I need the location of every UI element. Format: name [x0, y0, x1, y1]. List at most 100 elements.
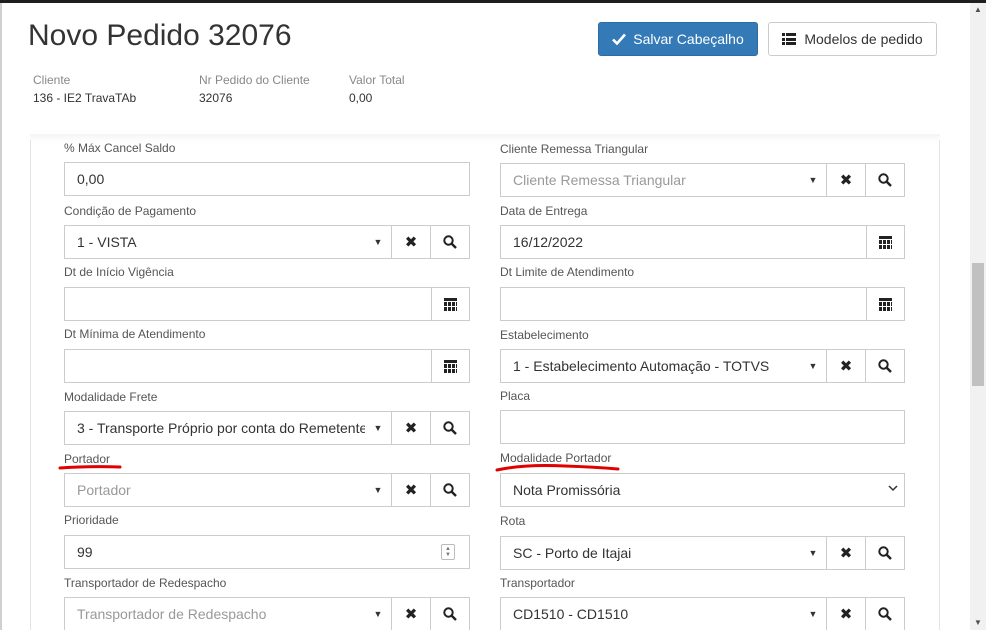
caret-down-icon[interactable]: ▼: [365, 226, 391, 258]
times-icon: ✖: [404, 234, 418, 251]
search-payment-condition-button[interactable]: [430, 226, 469, 258]
times-icon: ✖: [839, 606, 853, 623]
freight-mode-lookup: 3 - Transporte Próprio por conta do Reme…: [64, 411, 470, 445]
establishment-label: Estabelecimento: [500, 328, 589, 342]
clear-carrier-button[interactable]: ✖: [391, 474, 430, 506]
page-title: Novo Pedido 32076: [28, 19, 292, 52]
total-label: Valor Total: [349, 73, 405, 87]
list-icon: [782, 33, 797, 45]
payment-condition-label: Condição de Pagamento: [64, 204, 197, 218]
caret-down-icon[interactable]: ▼: [800, 350, 826, 382]
caret-down-icon[interactable]: ▼: [800, 537, 826, 569]
triangular-client-input[interactable]: Cliente Remessa Triangular: [501, 164, 800, 196]
order-number-value: 32076: [199, 91, 233, 105]
search-carrier-button[interactable]: [430, 474, 469, 506]
plate-input[interactable]: [500, 410, 905, 444]
triangular-client-label: Cliente Remessa Triangular: [500, 142, 649, 156]
search-icon: [443, 235, 457, 249]
priority-spinner[interactable]: ▲ ▼: [441, 544, 455, 560]
priority-label: Prioridade: [64, 513, 119, 527]
caret-down-icon[interactable]: ▼: [800, 598, 826, 630]
order-number-label: Nr Pedido do Cliente: [199, 73, 310, 87]
search-freight-mode-button[interactable]: [430, 412, 469, 444]
clear-triangular-client-button[interactable]: ✖: [826, 164, 865, 196]
carrier-lookup: Portador ▼ ✖: [64, 473, 470, 507]
delivery-date-label: Data de Entrega: [500, 204, 588, 218]
priority-input[interactable]: 99 ▲ ▼: [64, 535, 470, 569]
caret-down-icon[interactable]: ▼: [365, 474, 391, 506]
delivery-date-calendar-button[interactable]: [866, 226, 904, 258]
service-limit-date-calendar-button[interactable]: [866, 288, 904, 320]
vertical-scrollbar[interactable]: ▲ ▼: [970, 3, 986, 630]
triangular-client-lookup: Cliente Remessa Triangular ▼ ✖: [500, 163, 905, 197]
order-page: Novo Pedido 32076 Salvar Cabeçalho Model…: [0, 3, 970, 630]
validity-start-calendar-button[interactable]: [431, 288, 469, 320]
transporter-input[interactable]: CD1510 - CD1510: [501, 598, 800, 630]
caret-down-icon[interactable]: ▼: [365, 598, 391, 630]
search-icon: [443, 607, 457, 621]
service-limit-date-label: Dt Limite de Atendimento: [500, 265, 635, 279]
annotation-underline-carrier: [58, 465, 122, 470]
times-icon: ✖: [839, 172, 853, 189]
scroll-up-arrow-icon[interactable]: ▲: [970, 3, 986, 17]
clear-route-button[interactable]: ✖: [826, 537, 865, 569]
calendar-icon: [444, 297, 457, 311]
route-label: Rota: [500, 514, 526, 528]
redispatch-carrier-input[interactable]: Transportador de Redespacho: [65, 598, 365, 630]
clear-redispatch-carrier-button[interactable]: ✖: [391, 598, 430, 630]
clear-establishment-button[interactable]: ✖: [826, 350, 865, 382]
client-info: Cliente 136 - IE2 TravaTAb: [33, 73, 136, 105]
redispatch-carrier-lookup: Transportador de Redespacho ▼ ✖: [64, 597, 470, 630]
transporter-label: Transportador: [500, 576, 575, 590]
clear-freight-mode-button[interactable]: ✖: [391, 412, 430, 444]
delivery-date-datepicker: 16/12/2022: [500, 225, 905, 259]
search-redispatch-carrier-button[interactable]: [430, 598, 469, 630]
freight-mode-input[interactable]: 3 - Transporte Próprio por conta do Reme…: [65, 412, 365, 444]
establishment-lookup: 1 - Estabelecimento Automação - TOTVS ▼ …: [500, 349, 905, 383]
check-icon: [612, 33, 627, 45]
search-icon: [878, 607, 892, 621]
service-limit-date-input[interactable]: [501, 288, 866, 320]
annotation-underline-carrier-mode: [495, 464, 620, 472]
search-triangular-client-button[interactable]: [865, 164, 904, 196]
order-models-button[interactable]: Modelos de pedido: [768, 22, 937, 56]
priority-value: 99: [77, 544, 93, 560]
save-header-button[interactable]: Salvar Cabeçalho: [598, 22, 758, 56]
client-value: 136 - IE2 TravaTAb: [33, 91, 137, 105]
search-route-button[interactable]: [865, 537, 904, 569]
max-cancel-input[interactable]: 0,00: [64, 162, 470, 196]
caret-down-icon[interactable]: ▼: [800, 164, 826, 196]
search-transporter-button[interactable]: [865, 598, 904, 630]
route-input[interactable]: SC - Porto de Itajai: [501, 537, 800, 569]
payment-condition-input[interactable]: 1 - VISTA: [65, 226, 365, 258]
min-service-date-calendar-button[interactable]: [431, 350, 469, 382]
scroll-down-arrow-icon[interactable]: ▼: [970, 616, 986, 630]
window-left-edge: [0, 3, 2, 630]
search-icon: [443, 421, 457, 435]
establishment-input[interactable]: 1 - Estabelecimento Automação - TOTVS: [501, 350, 800, 382]
carrier-input[interactable]: Portador: [65, 474, 365, 506]
search-establishment-button[interactable]: [865, 350, 904, 382]
client-label: Cliente: [33, 73, 71, 87]
scroll-thumb[interactable]: [972, 263, 984, 386]
clear-transporter-button[interactable]: ✖: [826, 598, 865, 630]
transporter-lookup: CD1510 - CD1510 ▼ ✖: [500, 597, 905, 630]
min-service-date-input[interactable]: [65, 350, 431, 382]
search-icon: [878, 359, 892, 373]
delivery-date-input[interactable]: 16/12/2022: [501, 226, 866, 258]
validity-start-input[interactable]: [65, 288, 431, 320]
carrier-mode-select[interactable]: Nota Promissória: [500, 473, 905, 507]
freight-mode-label: Modalidade Frete: [64, 390, 158, 404]
clear-payment-condition-button[interactable]: ✖: [391, 226, 430, 258]
route-lookup: SC - Porto de Itajai ▼ ✖: [500, 536, 905, 570]
calendar-icon: [879, 297, 892, 311]
times-icon: ✖: [404, 606, 418, 623]
times-icon: ✖: [839, 545, 853, 562]
caret-down-icon[interactable]: ▼: [365, 412, 391, 444]
search-icon: [443, 483, 457, 497]
search-icon: [878, 546, 892, 560]
total-info: Valor Total 0,00: [349, 73, 405, 105]
times-icon: ✖: [404, 482, 418, 499]
calendar-icon: [444, 359, 457, 373]
max-cancel-label: % Máx Cancel Saldo: [64, 141, 176, 155]
